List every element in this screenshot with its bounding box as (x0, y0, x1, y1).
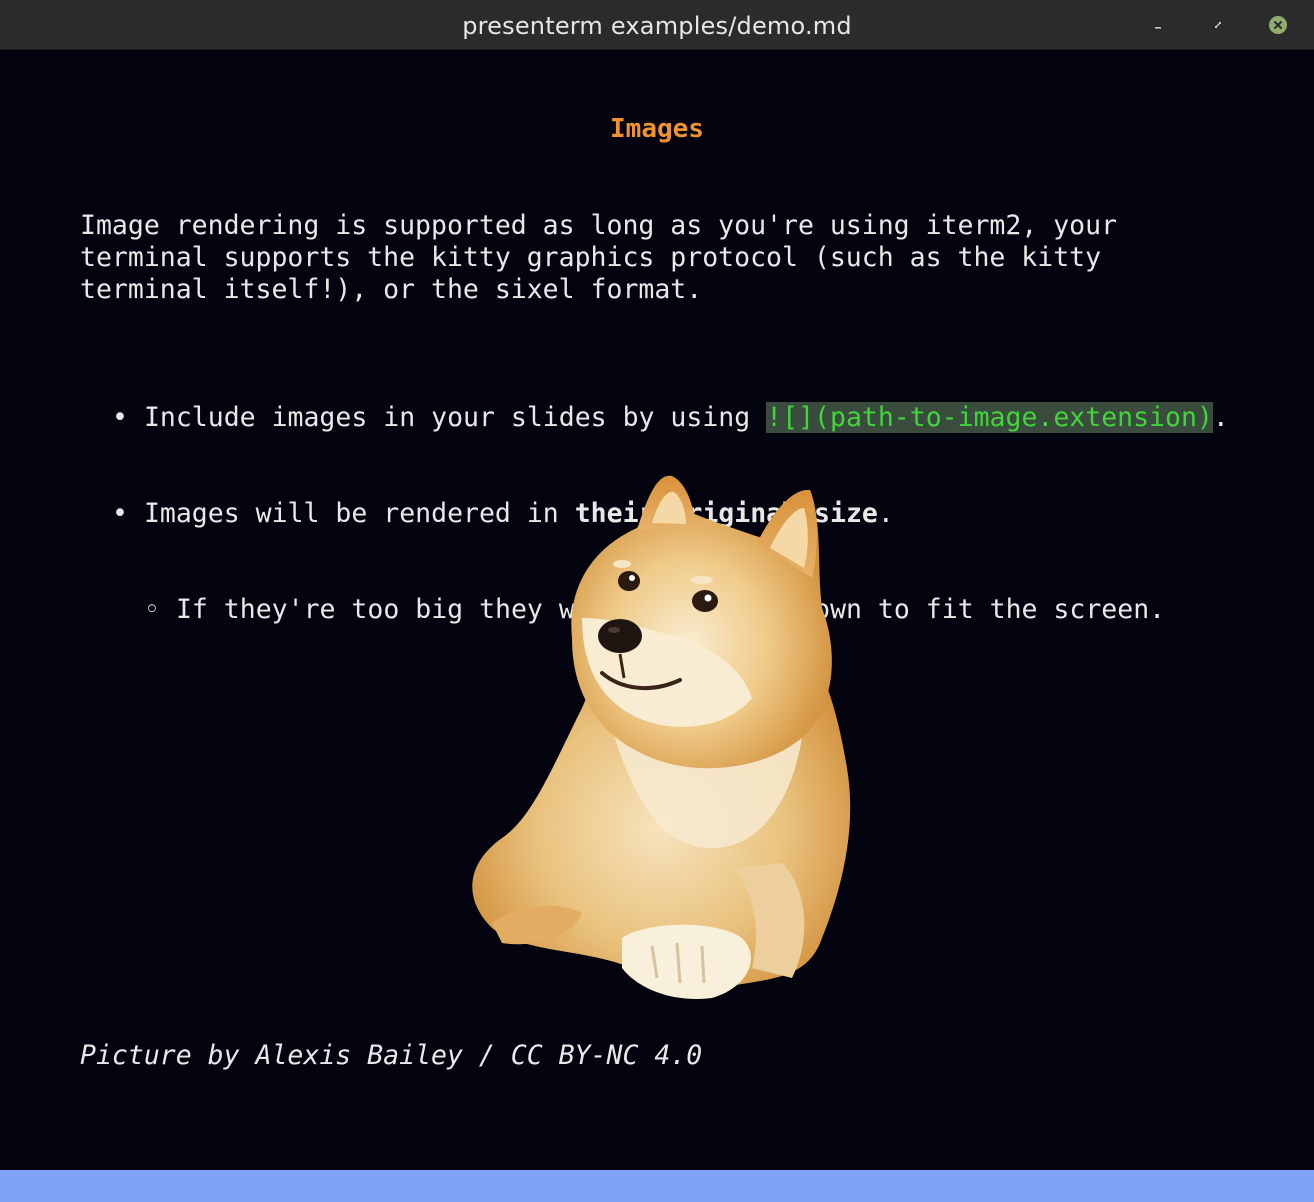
paragraph-line: terminal itself!), or the sixel format. (80, 274, 703, 305)
close-button[interactable] (1269, 16, 1287, 34)
minimize-button[interactable] (1149, 16, 1167, 34)
terminal-area[interactable]: Images Image rendering is supported as l… (0, 50, 1314, 1170)
image-caption: Picture by Alexis Bailey / CC BY-NC 4.0 (80, 1040, 703, 1071)
doge-shiba-inu-image (472, 475, 851, 999)
inline-code: ![](path-to-image.extension) (766, 402, 1213, 433)
status-bar (0, 1170, 1314, 1202)
window-title: presenterm examples/demo.md (462, 12, 852, 40)
maximize-icon (1215, 22, 1221, 28)
sub-bullet-marker: ◦ (144, 594, 160, 625)
minimize-icon (1155, 27, 1161, 29)
bullet-marker: • (112, 402, 128, 433)
intro-paragraph: Image rendering is supported as long as … (80, 210, 1240, 306)
bullet-text-end: . (877, 498, 894, 529)
bullet-text-end: . (1212, 402, 1229, 433)
bullet-text: Include images in your slides by using (143, 402, 767, 433)
bullet-item-include-images: • Include images in your slides by using… (112, 402, 1229, 434)
bullet-marker: • (112, 498, 128, 529)
paragraph-line: terminal supports the kitty graphics pro… (80, 242, 1102, 273)
window-titlebar: presenterm examples/demo.md (0, 0, 1314, 50)
paragraph-line: Image rendering is supported as long as … (80, 210, 1118, 241)
close-icon (1274, 21, 1282, 29)
doge-image (462, 468, 862, 1008)
maximize-button[interactable] (1209, 16, 1227, 34)
slide-title: Images (610, 114, 704, 144)
